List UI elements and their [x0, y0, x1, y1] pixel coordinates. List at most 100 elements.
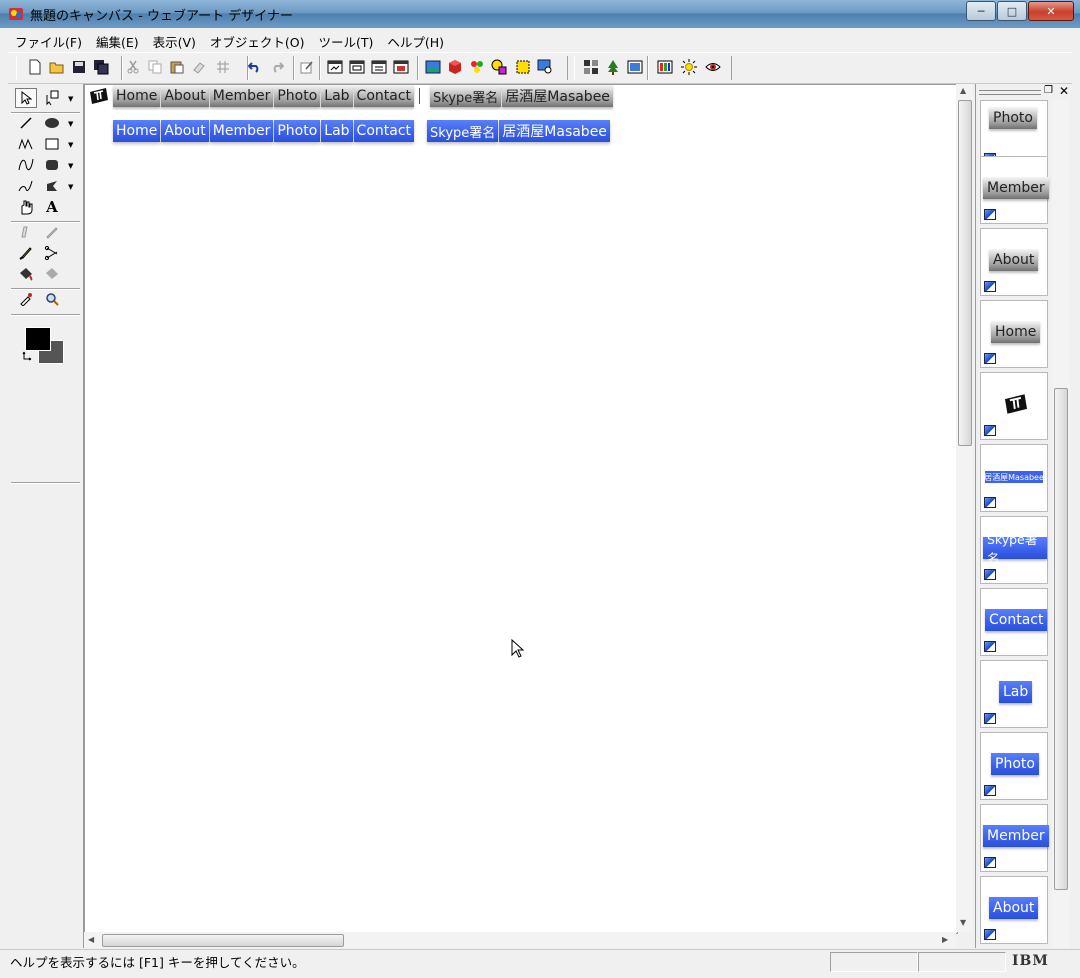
nav-gray-lab[interactable]: Lab [321, 85, 353, 107]
eraser-icon[interactable] [15, 222, 37, 242]
gallery-item[interactable]: 居酒屋Masabee [980, 444, 1048, 512]
ellipse-icon[interactable] [41, 113, 63, 133]
select-box-icon[interactable] [514, 58, 532, 76]
canvas-hscroll-thumb[interactable] [102, 934, 344, 947]
nav-blue-row[interactable]: Home About Member Photo Lab Contact Skyp… [113, 120, 611, 146]
canvas-vertical-scrollbar[interactable]: ▲ ▼ [956, 84, 973, 932]
menu-tools[interactable]: ツール(T) [312, 30, 381, 50]
gallery-item[interactable]: Photo [980, 732, 1048, 800]
scroll-up-icon[interactable]: ▲ [960, 86, 966, 95]
frame4-icon[interactable] [392, 58, 410, 76]
rectangle-icon[interactable] [41, 134, 63, 154]
copy-icon[interactable] [146, 58, 164, 76]
open-folder-icon[interactable] [48, 58, 66, 76]
gallery-item[interactable]: Lab [980, 660, 1048, 728]
ellipse-dropdown-icon[interactable]: ▼ [68, 121, 74, 128]
pattern-icon[interactable] [41, 264, 63, 284]
save-icon[interactable] [70, 58, 88, 76]
picture-icon[interactable] [626, 58, 644, 76]
redo-icon[interactable] [268, 58, 286, 76]
freehand-icon[interactable] [15, 176, 37, 196]
zoom-image-icon[interactable] [536, 58, 554, 76]
menu-object[interactable]: オブジェクト(O) [203, 30, 312, 50]
group-select-icon[interactable] [41, 88, 63, 108]
gallery-close-icon[interactable]: ✕ [1059, 84, 1069, 98]
nav-gray-about[interactable]: About [161, 85, 209, 107]
nav-gray-row[interactable]: Home About Member Photo Lab Contact Skyp… [88, 85, 614, 111]
gallery-item[interactable]: Member [980, 156, 1049, 224]
scroll-left-icon[interactable]: ◀ [88, 935, 94, 944]
color-bars-icon[interactable] [656, 58, 674, 76]
tree-icon[interactable] [604, 58, 622, 76]
nav-blue-about[interactable]: About [161, 120, 209, 142]
gallery-item[interactable]: Contact [980, 588, 1048, 656]
drawing-canvas[interactable]: Home About Member Photo Lab Contact Skyp… [84, 84, 958, 934]
menu-edit[interactable]: 編集(E) [89, 30, 146, 50]
group-select-dropdown-icon[interactable]: ▼ [68, 96, 74, 103]
menu-view[interactable]: 表示(V) [146, 30, 203, 50]
title-bar[interactable]: 無題のキャンバス - ウェブアート デザイナー ─ □ ✕ [0, 0, 1080, 28]
nav-blue-izakaya[interactable]: 居酒屋Masabee [499, 120, 610, 142]
clear-icon[interactable] [190, 58, 208, 76]
paste-icon[interactable] [168, 58, 186, 76]
shapes-icon[interactable] [490, 58, 508, 76]
polyline-icon[interactable] [15, 134, 37, 154]
scissors-icon[interactable] [41, 243, 63, 263]
nav-blue-photo[interactable]: Photo [274, 120, 321, 142]
menu-file[interactable]: ファイル(F) [8, 30, 89, 50]
gallery-float-icon[interactable]: ❐ [1044, 85, 1053, 96]
hand-icon[interactable] [15, 197, 37, 217]
line-icon[interactable] [15, 113, 37, 133]
cube-icon[interactable] [446, 58, 464, 76]
arrange-icon[interactable] [582, 58, 600, 76]
eye-icon[interactable] [704, 58, 722, 76]
nav-gray-photo[interactable]: Photo [274, 85, 321, 107]
rounded-rect-icon[interactable] [41, 155, 63, 175]
nav-blue-member[interactable]: Member [209, 120, 274, 142]
text-icon[interactable]: A [41, 197, 63, 217]
gallery-header[interactable]: ❐ ✕ [976, 84, 1073, 100]
edit-icon[interactable] [298, 58, 316, 76]
undo-icon[interactable] [246, 58, 264, 76]
nav-gray-skype[interactable]: Skype署名 [430, 85, 502, 107]
scroll-right-icon[interactable]: ▶ [942, 935, 948, 944]
curve-icon[interactable] [15, 155, 37, 175]
nav-blue-home[interactable]: Home [113, 120, 161, 142]
nav-blue-skype[interactable]: Skype署名 [427, 120, 499, 142]
fill-icon[interactable] [15, 264, 37, 284]
gallery-grip[interactable] [979, 90, 1041, 95]
gallery-item[interactable]: Skype署名 [980, 516, 1048, 584]
sun-icon[interactable] [680, 58, 698, 76]
nav-gray-izakaya[interactable]: 居酒屋Masabee [502, 85, 613, 107]
nav-blue-lab[interactable]: Lab [321, 120, 353, 142]
brush-icon[interactable] [15, 243, 37, 263]
gallery-item[interactable]: Member [980, 804, 1049, 872]
frame1-icon[interactable] [326, 58, 344, 76]
menu-help[interactable]: ヘルプ(H) [380, 30, 451, 50]
canvas-vscroll-thumb[interactable] [958, 100, 972, 446]
gallery-scrollbar[interactable] [1052, 100, 1070, 948]
close-button[interactable]: ✕ [1028, 1, 1074, 21]
palette-icon[interactable] [468, 58, 486, 76]
image-icon[interactable] [424, 58, 442, 76]
scroll-down-icon[interactable]: ▼ [960, 918, 966, 927]
rectangle-dropdown-icon[interactable]: ▼ [68, 142, 74, 149]
frame2-icon[interactable] [348, 58, 366, 76]
gallery-item[interactable]: About [980, 876, 1048, 944]
rounded-rect-dropdown-icon[interactable]: ▼ [68, 163, 74, 170]
gallery-scroll-thumb[interactable] [1054, 388, 1068, 890]
new-file-icon[interactable] [26, 58, 44, 76]
nav-gray-contact[interactable]: Contact [353, 85, 415, 107]
foreground-color-swatch[interactable] [25, 327, 51, 351]
dropper-icon[interactable] [15, 289, 37, 309]
gallery-item[interactable]: Home [980, 300, 1048, 368]
save-as-icon[interactable] [92, 58, 110, 76]
gallery-item[interactable] [980, 372, 1048, 440]
pencil-icon[interactable] [41, 222, 63, 242]
shape-arc-icon[interactable] [41, 176, 63, 196]
arrow-select-icon[interactable] [15, 88, 37, 108]
cut-icon[interactable] [124, 58, 142, 76]
canvas-horizontal-scrollbar[interactable]: ◀ ▶ [84, 932, 956, 948]
zoom-icon[interactable] [41, 289, 63, 309]
frame3-icon[interactable] [370, 58, 388, 76]
